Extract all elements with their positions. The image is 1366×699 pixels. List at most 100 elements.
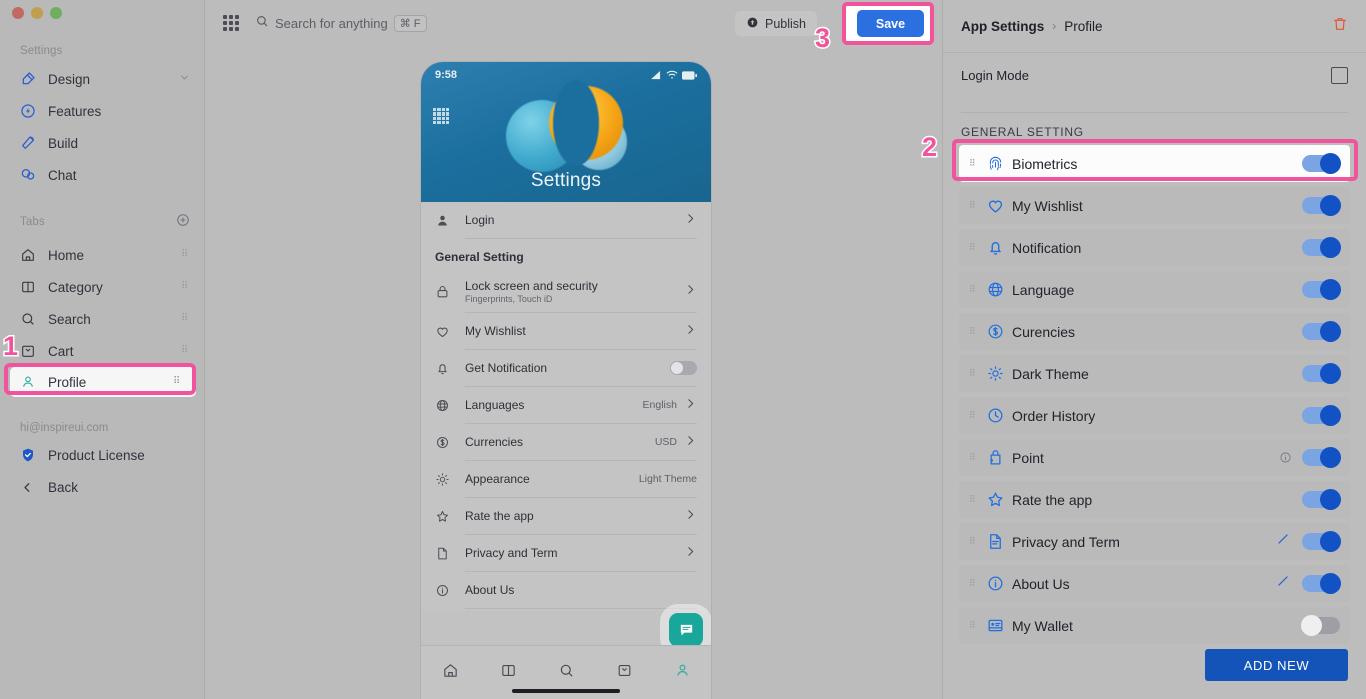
- app-window: Settings Design Features Build Chat Tabs…: [0, 0, 1366, 699]
- bottom-nav-category-icon[interactable]: [500, 662, 517, 684]
- bottom-nav-bag-icon[interactable]: [616, 662, 633, 684]
- drag-handle[interactable]: ⠿: [969, 327, 978, 336]
- publish-button[interactable]: Publish: [735, 11, 817, 36]
- phone-row-about-us[interactable]: About Us: [421, 572, 711, 608]
- hero-orange-decoration: [549, 80, 623, 166]
- breadcrumb-root[interactable]: App Settings: [961, 19, 1044, 34]
- drag-handle[interactable]: ⠿: [181, 314, 190, 324]
- sidebar-item-category[interactable]: Category ⠿: [0, 271, 204, 303]
- trash-icon[interactable]: [1332, 16, 1348, 37]
- drag-handle[interactable]: ⠿: [969, 243, 978, 252]
- star-icon: [978, 490, 1012, 509]
- language-toggle[interactable]: [1302, 279, 1341, 300]
- drag-handle[interactable]: ⠿: [181, 250, 190, 260]
- right-panel-row-order-history[interactable]: ⠿ Order History: [959, 397, 1350, 434]
- right-panel-row-rate-the-app[interactable]: ⠿ Rate the app: [959, 481, 1350, 518]
- battery-icon: [682, 70, 697, 80]
- login-mode-row[interactable]: Login Mode: [943, 52, 1366, 98]
- notification-toggle[interactable]: [1302, 237, 1341, 258]
- sidebar-item-features[interactable]: Features: [0, 95, 204, 127]
- drag-handle[interactable]: ⠿: [969, 621, 978, 630]
- drag-handle[interactable]: ⠿: [969, 201, 978, 210]
- right-panel-row-about-us[interactable]: ⠿ About Us: [959, 565, 1350, 602]
- phone-status-bar: 9:58: [421, 62, 711, 88]
- minimize-window-button[interactable]: [31, 7, 43, 19]
- info-circle-icon[interactable]: [1279, 451, 1292, 464]
- plus-circle-icon[interactable]: [176, 213, 190, 232]
- phone-row-label: About Us: [465, 583, 515, 597]
- drag-handle[interactable]: ⠿: [969, 453, 978, 462]
- chat-icon: [20, 166, 42, 184]
- right-panel-row-dark-theme[interactable]: ⠿ Dark Theme: [959, 355, 1350, 392]
- phone-hero-banner: 9:58 Settings: [421, 62, 711, 202]
- grid-apps-icon[interactable]: [223, 15, 239, 31]
- edit-pencil-icon[interactable]: [1276, 574, 1290, 593]
- phone-row-label: Get Notification: [465, 361, 548, 375]
- right-panel-row-notification[interactable]: ⠿ Notification: [959, 229, 1350, 266]
- right-panel-row-point[interactable]: ⠿ Point: [959, 439, 1350, 476]
- close-window-button[interactable]: [12, 7, 24, 19]
- sidebar-item-home[interactable]: Home ⠿: [0, 239, 204, 271]
- bottom-nav-home-icon[interactable]: [442, 662, 459, 684]
- search-input[interactable]: Search for anything ⌘ F: [255, 12, 427, 35]
- phone-row-currencies[interactable]: Currencies USD: [421, 424, 711, 460]
- right-panel-row-privacy-and-term[interactable]: ⠿ Privacy and Term: [959, 523, 1350, 560]
- sidebar-item-build[interactable]: Build: [0, 127, 204, 159]
- shield-check-icon: [20, 446, 42, 464]
- phone-row-login[interactable]: Login: [421, 202, 711, 238]
- wifi-icon: [666, 70, 678, 79]
- rate-the-app-toggle[interactable]: [1302, 489, 1341, 510]
- drag-handle[interactable]: ⠿: [181, 346, 190, 356]
- step-badge-3: 3: [813, 23, 831, 53]
- globe-icon: [435, 398, 465, 413]
- step-badge-1: 1: [1, 331, 19, 361]
- phone-row-rate-the-app[interactable]: Rate the app: [421, 498, 711, 534]
- phone-row-appearance[interactable]: Appearance Light Theme: [421, 461, 711, 497]
- drag-handle[interactable]: ⠿: [969, 537, 978, 546]
- info-circle-icon: [978, 574, 1012, 593]
- order-history-toggle[interactable]: [1302, 405, 1341, 426]
- sidebar-item-design[interactable]: Design: [0, 63, 204, 95]
- my-wallet-toggle[interactable]: [1301, 615, 1340, 636]
- publish-label: Publish: [765, 16, 806, 31]
- login-mode-checkbox[interactable]: [1331, 67, 1348, 84]
- sidebar-item-product-license[interactable]: Product License: [0, 439, 204, 471]
- drag-handle[interactable]: ⠿: [969, 285, 978, 294]
- chevron-down-icon[interactable]: [179, 72, 190, 86]
- privacy-and-term-toggle[interactable]: [1302, 531, 1341, 552]
- person-icon: [435, 213, 465, 228]
- drag-handle[interactable]: ⠿: [969, 411, 978, 420]
- chat-bubble-icon[interactable]: [669, 613, 703, 647]
- phone-preview: 9:58 Settings Login General Setting Lock…: [421, 62, 711, 699]
- sidebar-item-label: Chat: [48, 167, 77, 183]
- search-icon: [20, 310, 42, 328]
- curencies-toggle[interactable]: [1302, 321, 1341, 342]
- sidebar-item-back[interactable]: Back: [0, 471, 204, 503]
- right-panel-row-my-wishlist[interactable]: ⠿ My Wishlist: [959, 187, 1350, 224]
- phone-row-my-wishlist[interactable]: My Wishlist: [421, 313, 711, 349]
- right-panel-row-language[interactable]: ⠿ Language: [959, 271, 1350, 308]
- about-us-toggle[interactable]: [1302, 573, 1341, 594]
- phone-row-lock-screen[interactable]: Lock screen and security Fingerprints, T…: [421, 270, 711, 312]
- point-toggle[interactable]: [1302, 447, 1341, 468]
- sidebar-item-chat[interactable]: Chat: [0, 159, 204, 191]
- drag-handle[interactable]: ⠿: [969, 369, 978, 378]
- drag-handle[interactable]: ⠿: [181, 282, 190, 292]
- edit-pencil-icon[interactable]: [1276, 532, 1290, 551]
- drag-handle[interactable]: ⠿: [969, 579, 978, 588]
- phone-row-languages[interactable]: Languages English: [421, 387, 711, 423]
- phone-row-privacy-and-term[interactable]: Privacy and Term: [421, 535, 711, 571]
- add-new-button[interactable]: ADD NEW: [1205, 649, 1348, 681]
- bottom-nav-profile-icon[interactable]: [674, 662, 691, 684]
- sidebar-item-search[interactable]: Search ⠿: [0, 303, 204, 335]
- notification-toggle[interactable]: [670, 361, 697, 375]
- bottom-nav-search-icon[interactable]: [558, 662, 575, 684]
- save-button[interactable]: Save: [857, 10, 924, 37]
- right-panel-row-curencies[interactable]: ⠿ Curencies: [959, 313, 1350, 350]
- zoom-window-button[interactable]: [50, 7, 62, 19]
- dark-theme-toggle[interactable]: [1302, 363, 1341, 384]
- my-wishlist-toggle[interactable]: [1302, 195, 1341, 216]
- right-panel-row-my-wallet[interactable]: ⠿ My Wallet: [959, 607, 1350, 644]
- phone-row-get-notification[interactable]: Get Notification: [421, 350, 711, 386]
- drag-handle[interactable]: ⠿: [969, 495, 978, 504]
